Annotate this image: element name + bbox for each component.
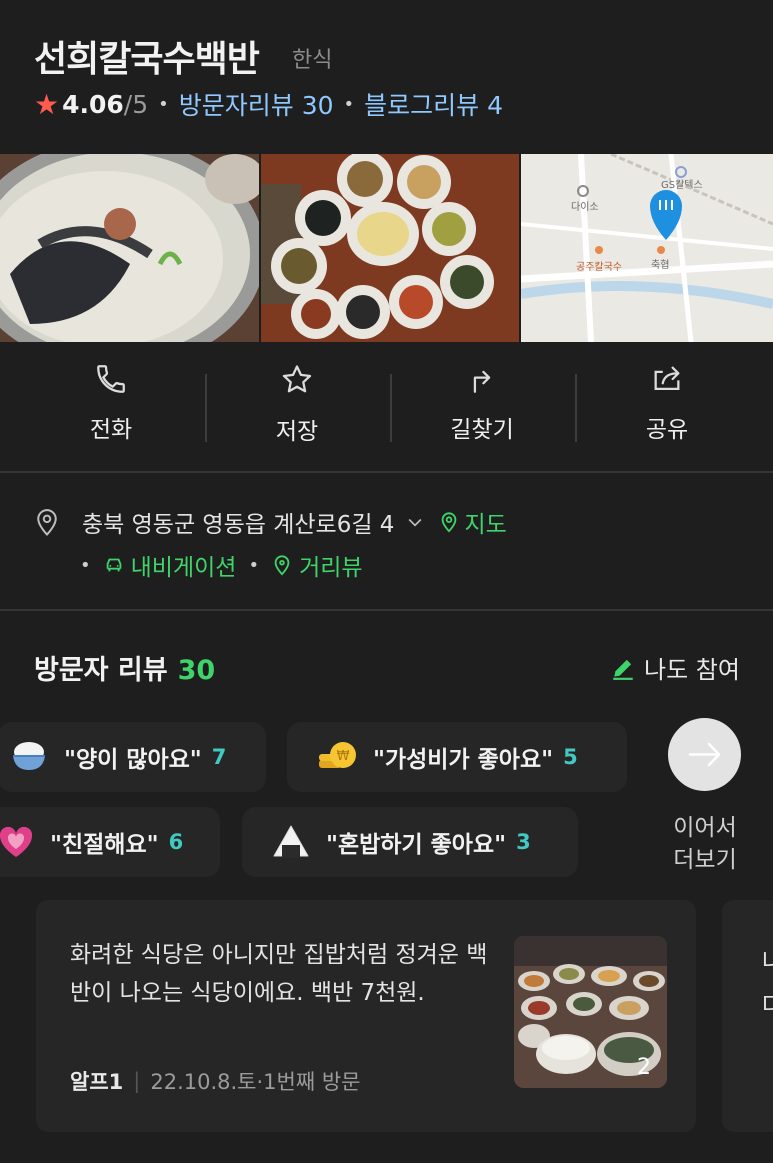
- action-divider: [575, 374, 577, 442]
- separator-dot: •: [158, 93, 169, 115]
- rating-score: 4.06: [62, 89, 124, 119]
- star-icon: ★: [34, 87, 60, 121]
- write-review-label: 나도 참여: [644, 656, 740, 684]
- pencil-icon: [613, 659, 633, 680]
- keyword-chip[interactable]: "친절해요" 6: [0, 807, 220, 877]
- call-button[interactable]: 전화: [51, 362, 171, 444]
- reviews-heading: 방문자 리뷰 30: [34, 648, 215, 687]
- meta-divider: |: [133, 1069, 141, 1093]
- keyword-count: 5: [563, 745, 578, 769]
- next-review-text-peek: 나 다: [762, 949, 773, 1019]
- keyword-count: 6: [168, 830, 184, 854]
- map-marker-icon: [442, 512, 457, 533]
- address-row: 충북 영동군 영동읍 계산로6길 4 지도: [32, 505, 507, 539]
- rice-bowl-icon: [13, 742, 45, 770]
- separator-dot: •: [80, 554, 91, 576]
- map-link[interactable]: 지도: [464, 505, 506, 539]
- directions-label: 길찾기: [450, 417, 514, 443]
- phone-icon: [97, 365, 125, 393]
- rating-max: /5: [123, 89, 149, 119]
- review-visit-info: 22.10.8.토·1번째 방문: [150, 1070, 361, 1094]
- keyword-chip[interactable]: ₩ "가성비가 좋아요" 5: [287, 722, 627, 792]
- save-button[interactable]: 저장: [237, 362, 357, 446]
- blog-reviews-link[interactable]: 블로그리뷰 4: [364, 86, 503, 122]
- chevron-down-icon[interactable]: [402, 512, 428, 532]
- coins-icon: ₩: [319, 742, 356, 768]
- action-divider: [390, 374, 392, 442]
- svg-text:₩: ₩: [337, 749, 350, 764]
- navigation-link[interactable]: 내비게이션: [131, 548, 237, 582]
- address-text: 충북 영동군 영동읍 계산로6길 4: [82, 512, 395, 538]
- review-meta: 알프1 | 22.10.8.토·1번째 방문: [70, 1066, 361, 1096]
- photo-noodle-soup[interactable]: [0, 154, 259, 342]
- review-photo[interactable]: 2: [514, 936, 667, 1088]
- arrow-right-icon: [688, 742, 721, 767]
- directions-icon: [473, 370, 491, 393]
- review-author[interactable]: 알프1: [70, 1066, 123, 1096]
- photo-side-dishes[interactable]: [261, 154, 519, 342]
- action-divider: [205, 374, 207, 442]
- keyword-text: "혼밥하기 좋아요": [326, 832, 507, 858]
- write-review-button[interactable]: 나도 참여: [610, 650, 740, 685]
- see-more-line2: 더보기: [673, 847, 737, 873]
- see-more-label[interactable]: 이어서 더보기: [652, 812, 758, 876]
- separator-dot: •: [343, 93, 355, 115]
- share-button[interactable]: 공유: [607, 362, 727, 444]
- map-label-gs: GS칼텍스: [661, 178, 703, 191]
- location-pin-icon: [37, 509, 57, 536]
- share-label: 공유: [645, 417, 689, 443]
- review-text: 화려한 식당은 아니지만 집밥처럼 정겨운 백반이 나오는 식당이에요. 백반 …: [70, 942, 488, 1006]
- street-view-link[interactable]: 거리뷰: [299, 548, 362, 582]
- keyword-chip[interactable]: "혼밥하기 좋아요" 3: [242, 807, 578, 877]
- keyword-count: 7: [211, 745, 227, 769]
- keyword-chip[interactable]: "양이 많아요" 7: [0, 722, 266, 792]
- rice-ball-icon: [273, 825, 309, 858]
- place-name: 선희칼국수백반: [34, 39, 260, 80]
- heart-icon: [0, 826, 33, 857]
- section-divider: [0, 471, 773, 473]
- share-icon: [654, 366, 680, 391]
- section-divider: [0, 609, 773, 611]
- call-label: 전화: [89, 417, 133, 443]
- save-label: 저장: [275, 419, 319, 445]
- street-view-icon: [274, 555, 290, 576]
- photo-count: 2: [637, 1055, 651, 1080]
- map-label-gongju: 공주칼국수: [576, 260, 622, 273]
- car-icon: [106, 558, 121, 572]
- visitor-reviews-link[interactable]: 방문자리뷰 30: [179, 86, 334, 122]
- star-outline-icon: [282, 365, 312, 393]
- keyword-text: "양이 많아요": [64, 747, 202, 773]
- place-category: 한식: [292, 48, 333, 73]
- map-label-daiso: 다이소: [571, 201, 599, 213]
- address-links-row: • 내비게이션 • 거리뷰: [80, 548, 363, 582]
- keyword-text: "친절해요": [50, 832, 159, 858]
- map-thumbnail[interactable]: 다이소 GS칼텍스 공주칼국수 축협: [521, 154, 773, 342]
- keyword-text: "가성비가 좋아요": [373, 747, 554, 773]
- directions-button[interactable]: 길찾기: [422, 362, 542, 444]
- separator-dot: •: [248, 554, 260, 576]
- see-more-button[interactable]: [668, 718, 741, 791]
- keyword-count: 3: [516, 830, 531, 854]
- reviews-title: 방문자 리뷰: [34, 655, 168, 686]
- map-label-nonghyup: 축협: [651, 258, 669, 271]
- reviews-count: 30: [177, 655, 216, 686]
- see-more-line1: 이어서: [673, 815, 737, 841]
- rating-row: ★ 4.06 /5 • 방문자리뷰 30 • 블로그리뷰 4: [34, 86, 503, 122]
